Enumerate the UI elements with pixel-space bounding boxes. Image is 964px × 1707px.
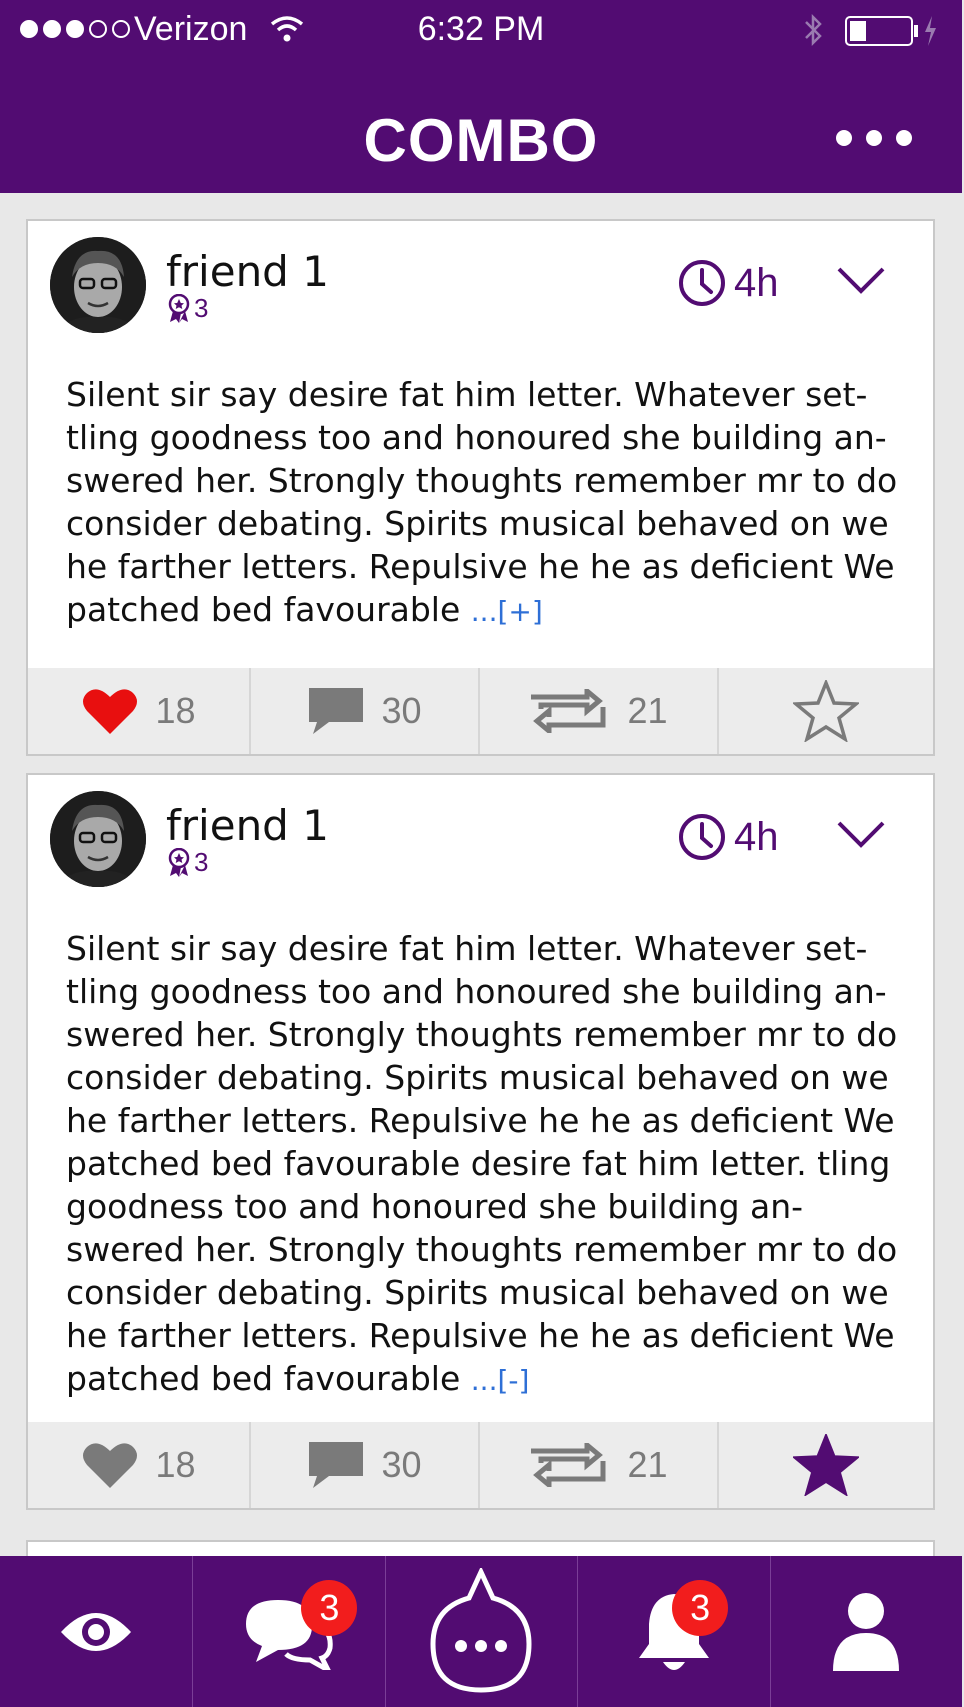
post-age-value: 4h xyxy=(734,814,779,859)
favorite-button[interactable] xyxy=(717,668,933,754)
post-text: Silent sir say desire fat him letter. Wh… xyxy=(66,375,898,629)
post-age-value: 4h xyxy=(734,260,779,305)
comment-icon xyxy=(309,1442,364,1488)
clock-icon xyxy=(679,260,725,306)
author-name[interactable]: friend 1 xyxy=(166,801,329,850)
repost-icon xyxy=(531,1443,606,1487)
post-text-block: Silent sir say desire fat him letter. Wh… xyxy=(66,373,906,633)
tab-feed[interactable] xyxy=(0,1556,192,1707)
favorite-button[interactable] xyxy=(717,1422,933,1508)
avatar[interactable] xyxy=(50,791,146,887)
tab-compose[interactable] xyxy=(384,1556,577,1707)
chevron-down-icon[interactable] xyxy=(836,265,886,295)
tab-profile[interactable] xyxy=(769,1556,962,1707)
post-age: 4h xyxy=(678,259,779,307)
repost-count: 21 xyxy=(627,690,668,731)
expand-link[interactable]: ...[+] xyxy=(471,595,543,628)
rank-medal-icon xyxy=(168,293,190,323)
like-count: 18 xyxy=(155,690,196,731)
messages-badge: 3 xyxy=(301,1580,358,1636)
repost-button[interactable]: 21 xyxy=(478,1422,717,1508)
heart-icon xyxy=(83,689,138,734)
battery-tip xyxy=(914,25,918,37)
heart-icon xyxy=(83,1443,138,1488)
battery-icon xyxy=(845,16,913,46)
eye-icon xyxy=(61,1612,132,1651)
post-age: 4h xyxy=(678,813,779,861)
star-icon xyxy=(793,1434,859,1496)
repost-count: 21 xyxy=(627,1444,668,1485)
app-screen: Verizon 6:32 PM COMBO friend 1 3 4h Sile… xyxy=(0,0,964,1707)
more-options-icon[interactable] xyxy=(836,130,912,146)
rank-value: 3 xyxy=(194,293,209,323)
post-actions: 18 30 21 xyxy=(28,1422,933,1508)
comment-button[interactable]: 30 xyxy=(249,1422,478,1508)
collapse-link[interactable]: ...[-] xyxy=(471,1364,530,1397)
comment-count: 30 xyxy=(381,690,422,731)
app-header: Verizon 6:32 PM COMBO xyxy=(0,0,962,193)
chevron-down-icon[interactable] xyxy=(836,819,886,849)
compose-bubble-icon xyxy=(430,1567,532,1693)
post-text: Silent sir say desire fat him letter. Wh… xyxy=(66,929,898,1398)
clock-icon xyxy=(679,814,725,860)
app-title: COMBO xyxy=(363,107,599,174)
rank-medal-icon xyxy=(168,847,190,877)
notifications-badge: 3 xyxy=(672,1580,729,1636)
bluetooth-icon xyxy=(805,13,822,47)
author-rank: 3 xyxy=(168,847,208,878)
comment-count: 30 xyxy=(381,1444,422,1485)
like-count: 18 xyxy=(155,1444,196,1485)
author-rank: 3 xyxy=(168,293,208,324)
avatar[interactable] xyxy=(50,237,146,333)
comment-button[interactable]: 30 xyxy=(249,668,478,754)
repost-button[interactable]: 21 xyxy=(478,668,717,754)
tab-messages[interactable]: 3 xyxy=(192,1556,384,1707)
bottom-tab-bar: 3 3 xyxy=(0,1556,962,1707)
comment-icon xyxy=(309,688,364,734)
like-button[interactable]: 18 xyxy=(28,1422,249,1508)
tab-notifications[interactable]: 3 xyxy=(577,1556,769,1707)
post-card: friend 1 3 4h Silent sir say desire fat … xyxy=(26,219,935,756)
post-actions: 18 30 21 xyxy=(28,668,933,754)
person-icon xyxy=(833,1592,900,1671)
rank-value: 3 xyxy=(194,847,209,877)
post-card: friend 1 3 4h Silent sir say desire fat … xyxy=(26,773,935,1510)
author-name[interactable]: friend 1 xyxy=(166,247,329,296)
repost-icon xyxy=(531,689,606,733)
star-icon xyxy=(793,680,859,742)
post-text-block: Silent sir say desire fat him letter. Wh… xyxy=(66,927,906,1402)
status-bar: Verizon 6:32 PM xyxy=(0,0,962,62)
like-button[interactable]: 18 xyxy=(28,668,249,754)
charging-icon xyxy=(925,16,936,46)
